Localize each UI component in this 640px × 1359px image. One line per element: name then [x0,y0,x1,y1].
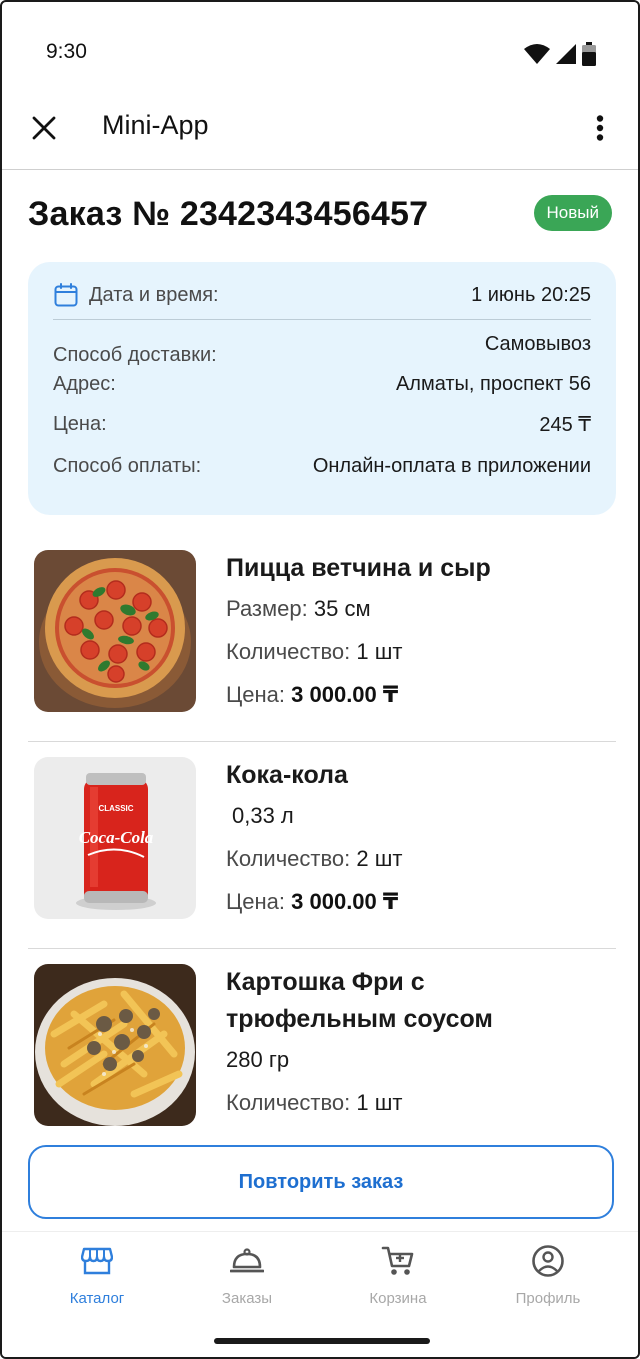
product-name: Кока-кола [226,761,348,789]
nav-label-catalog: Каталог [69,1290,125,1307]
quantity-value: 1 шт [356,639,403,664]
product-item-pizza[interactable]: Пицца ветчина и сыр Размер: 35 см Количе… [28,536,616,742]
quantity-value: 1 шт [356,1090,403,1115]
status-icons [524,42,596,66]
product-price: Цена: 3 000.00 ₸ [226,880,616,923]
cola-info: Кока-кола 0,33 л Количество: 2 шт Цена: … [226,757,616,923]
info-row-payment: Способ оплаты: Онлайн-оплата в приложени… [53,455,591,478]
price-label: Цена: [226,889,286,914]
price-value: 245 ₸ [539,414,591,436]
order-info-card: Дата и время: 1 июнь 20:25 Способ достав… [28,262,616,515]
product-quantity: Количество: 2 шт [226,837,616,880]
info-row-price: Цена: 245 ₸ [53,412,591,437]
quantity-label: Количество: [226,846,351,871]
calendar-icon [54,283,78,307]
product-item-fries[interactable]: Картошка Фри с трюфельным соусом 280 гр … [28,950,616,1156]
product-quantity: Количество: 1 шт [226,1081,616,1124]
nav-item-catalog[interactable]: Каталог [22,1244,172,1307]
app-bar: Mini-App [2,90,638,170]
nav-label-cart: Корзина [369,1290,427,1307]
fries-image [34,964,196,1126]
price-value: 3 000.00 ₸ [291,682,399,707]
cloche-icon [230,1248,264,1273]
can-text: CLASSIC [98,804,133,813]
quantity-value: 2 шт [356,846,403,871]
datetime-label-group: Дата и время: [53,282,219,308]
address-value: Алматы, проспект 56 [395,373,591,395]
home-indicator[interactable] [214,1338,430,1344]
nav-item-profile[interactable]: Профиль [473,1244,623,1307]
status-time: 9:30 [46,40,87,63]
address-label: Адрес: [53,373,116,395]
product-item-cola[interactable]: CLASSIC Coca-Cola Кока-кола 0,33 л Колич… [28,743,616,949]
volume-value: 0,33 л [232,803,294,828]
nav-label-orders: Заказы [221,1290,273,1307]
payment-label: Способ оплаты: [53,455,202,477]
payment-value: Онлайн-оплата в приложении [312,455,591,477]
product-name-line1: Картошка Фри с [226,968,425,996]
quantity-label: Количество: [226,1090,351,1115]
product-name: Картошка Фри с трюфельным соусом [226,964,616,1038]
datetime-label: Дата и время: [89,283,219,306]
cola-image: CLASSIC Coca-Cola [34,757,196,919]
info-row-address: Адрес: Алматы, проспект 56 [53,373,591,396]
status-badge: Новый [533,195,612,231]
product-weight: 280 гр [226,1038,616,1081]
status-bar: 9:30 [2,2,638,90]
account-circle-icon [532,1245,564,1277]
info-row-delivery: Способ доставки: Самовывоз [53,330,591,367]
close-button[interactable] [26,110,62,146]
info-divider [53,319,591,320]
product-size: Размер: 35 см [226,587,616,630]
size-label: Размер: [226,596,308,621]
app-title: Mini-App [102,110,209,140]
fries-info: Картошка Фри с трюфельным соусом 280 гр … [226,964,616,1124]
delivery-value: Самовывоз [484,333,591,355]
more-vertical-icon [596,115,604,141]
delivery-label: Способ доставки: [53,344,217,366]
repeat-order-button[interactable]: Повторить заказ [28,1145,614,1219]
size-value: 35 см [313,596,371,621]
info-row-datetime: Дата и время: 1 июнь 20:25 [53,282,591,308]
store-icon [81,1247,113,1275]
cart-icon [381,1246,414,1275]
wifi-icon [524,44,550,64]
product-quantity: Количество: 1 шт [226,630,616,673]
can-brand: Coca-Cola [79,828,154,847]
order-title: Заказ № 2342343456457 [28,195,429,233]
nav-item-cart[interactable]: Корзина [323,1244,473,1307]
more-menu-button[interactable] [588,110,612,146]
pizza-image [34,550,196,712]
quantity-label: Количество: [226,639,351,664]
product-name: Пицца ветчина и сыр [226,554,491,582]
price-label: Цена: [53,413,107,435]
close-icon [32,116,56,140]
nav-item-orders[interactable]: Заказы [172,1244,322,1307]
battery-icon [582,42,596,66]
price-label: Цена: [226,682,286,707]
datetime-value: 1 июнь 20:25 [471,283,591,306]
nav-label-profile: Профиль [515,1290,581,1307]
product-price: Цена: 3 000.00 ₸ [226,673,616,716]
weight-value: 280 гр [226,1047,290,1072]
product-volume: 0,33 л [226,794,616,837]
signal-icon [556,44,576,64]
price-value: 3 000.00 ₸ [291,889,399,914]
app-screen: 9:30 Mini-App Заказ № 2342343456457 Новы… [0,0,640,1359]
pizza-info: Пицца ветчина и сыр Размер: 35 см Количе… [226,550,616,716]
product-name-line2: трюфельным соусом [226,1005,493,1033]
